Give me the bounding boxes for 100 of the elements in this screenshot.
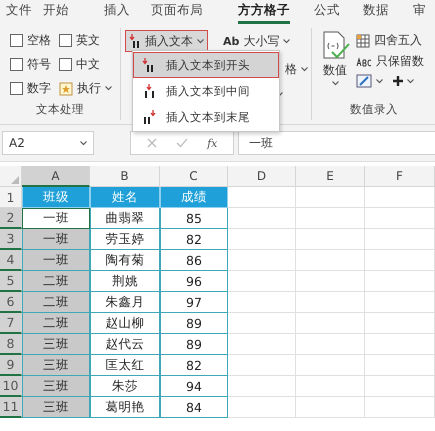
name-box[interactable]: A2: [2, 131, 94, 155]
ribbon-tab[interactable]: 插入: [104, 2, 130, 24]
pencil-icon: [356, 74, 372, 88]
row-header[interactable]: 5: [0, 271, 22, 292]
ribbon-tab[interactable]: 页面布局: [151, 2, 203, 24]
execute-button[interactable]: 执行: [59, 80, 112, 97]
row-header[interactable]: 7: [0, 313, 22, 334]
empty-cell[interactable]: [228, 334, 296, 355]
empty-cell[interactable]: [296, 355, 365, 376]
menu-item[interactable]: 插入文本到开头: [133, 52, 279, 78]
empty-cell[interactable]: [296, 271, 365, 292]
table-cell: 84: [160, 397, 228, 418]
empty-cell[interactable]: [228, 292, 296, 313]
row-header[interactable]: 1: [0, 187, 22, 208]
formula-field[interactable]: 一班: [238, 131, 435, 155]
letters-icon: [356, 56, 372, 66]
round-button[interactable]: 四舍五入: [356, 32, 424, 49]
empty-cell[interactable]: [296, 208, 365, 229]
ribbon-tab[interactable]: 文件: [6, 2, 32, 24]
empty-cell[interactable]: [365, 397, 435, 418]
empty-cell[interactable]: [296, 229, 365, 250]
checkbox[interactable]: 英文: [59, 32, 112, 49]
menu-item[interactable]: 插入文本到末尾: [133, 104, 279, 130]
empty-cell[interactable]: [228, 208, 296, 229]
column-header[interactable]: B: [90, 166, 160, 187]
function-button[interactable]: fx: [207, 136, 218, 150]
column-header[interactable]: A: [22, 166, 90, 187]
empty-cell[interactable]: [228, 376, 296, 397]
group-label: 数值录入: [350, 102, 398, 118]
table-cell: 赵山柳: [90, 313, 160, 334]
edit-button[interactable]: [356, 74, 383, 88]
empty-cell[interactable]: [365, 376, 435, 397]
column-header[interactable]: E: [296, 166, 365, 187]
empty-cell[interactable]: [228, 313, 296, 334]
empty-cell[interactable]: [296, 376, 365, 397]
column-header[interactable]: C: [160, 166, 228, 187]
empty-cell[interactable]: [365, 355, 435, 376]
empty-cell[interactable]: [365, 250, 435, 271]
checkbox[interactable]: 空格: [10, 32, 51, 49]
empty-cell[interactable]: [296, 313, 365, 334]
check-icon[interactable]: [176, 138, 188, 148]
empty-cell[interactable]: [365, 313, 435, 334]
table-cell: 三班: [22, 355, 90, 376]
checkbox[interactable]: 符号: [10, 56, 51, 73]
table-cell: 89: [160, 313, 228, 334]
caret-icon: [376, 78, 383, 84]
menu-item[interactable]: 插入文本到中间: [133, 78, 279, 104]
empty-cell[interactable]: [365, 334, 435, 355]
empty-cell[interactable]: [228, 250, 296, 271]
empty-cell[interactable]: [296, 187, 365, 208]
insert-text-button[interactable]: 插入文本: [125, 30, 208, 52]
ribbon-tab[interactable]: 开始: [43, 2, 69, 24]
ribbon-tab[interactable]: 审: [413, 2, 426, 24]
empty-cell[interactable]: [228, 271, 296, 292]
table-cell: 一班: [22, 229, 90, 250]
ribbon-tab[interactable]: 公式: [314, 2, 340, 24]
close-icon[interactable]: [146, 138, 157, 148]
table-cell: 二班: [22, 313, 90, 334]
plus-icon: [393, 76, 403, 86]
case-button[interactable]: Ab 大小写: [220, 30, 311, 52]
empty-cell[interactable]: [296, 397, 365, 418]
table-cell: 葛明艳: [90, 397, 160, 418]
empty-cell[interactable]: [228, 397, 296, 418]
dropdown-button[interactable]: 格: [282, 56, 311, 82]
empty-cell[interactable]: [296, 292, 365, 313]
empty-cell[interactable]: [296, 250, 365, 271]
empty-cell[interactable]: [365, 208, 435, 229]
row-header[interactable]: 10: [0, 376, 22, 397]
empty-cell[interactable]: [365, 292, 435, 313]
keep-numbers-button[interactable]: 只保留数: [356, 53, 424, 70]
table-cell: 陶有菊: [90, 250, 160, 271]
checkbox[interactable]: 数字: [10, 80, 51, 97]
select-all-button[interactable]: [0, 166, 22, 187]
table-cell: 82: [160, 355, 228, 376]
insert-text-icon: [142, 110, 156, 124]
checkbox[interactable]: 中文: [59, 56, 112, 73]
table-cell: 二班: [22, 271, 90, 292]
number-button[interactable]: 数值: [318, 28, 352, 88]
empty-cell[interactable]: [228, 229, 296, 250]
table-cell: 朱鑫月: [90, 292, 160, 313]
empty-cell[interactable]: [365, 229, 435, 250]
ribbon-tab[interactable]: 数据: [363, 2, 389, 24]
row-header[interactable]: 9: [0, 355, 22, 376]
empty-cell[interactable]: [365, 271, 435, 292]
column-header[interactable]: D: [228, 166, 296, 187]
empty-cell[interactable]: [365, 187, 435, 208]
row-header[interactable]: 8: [0, 334, 22, 355]
add-button[interactable]: [393, 76, 414, 86]
empty-cell[interactable]: [228, 355, 296, 376]
table-cell: 94: [160, 376, 228, 397]
row-header[interactable]: 3: [0, 229, 22, 250]
row-header[interactable]: 4: [0, 250, 22, 271]
row-header[interactable]: 6: [0, 292, 22, 313]
caret-icon: [301, 66, 308, 72]
empty-cell[interactable]: [296, 334, 365, 355]
insert-text-icon: [142, 58, 156, 72]
table-cell: 赵代云: [90, 334, 160, 355]
column-header[interactable]: F: [365, 166, 435, 187]
row-header[interactable]: 2: [0, 208, 22, 229]
row-header[interactable]: 11: [0, 397, 22, 418]
